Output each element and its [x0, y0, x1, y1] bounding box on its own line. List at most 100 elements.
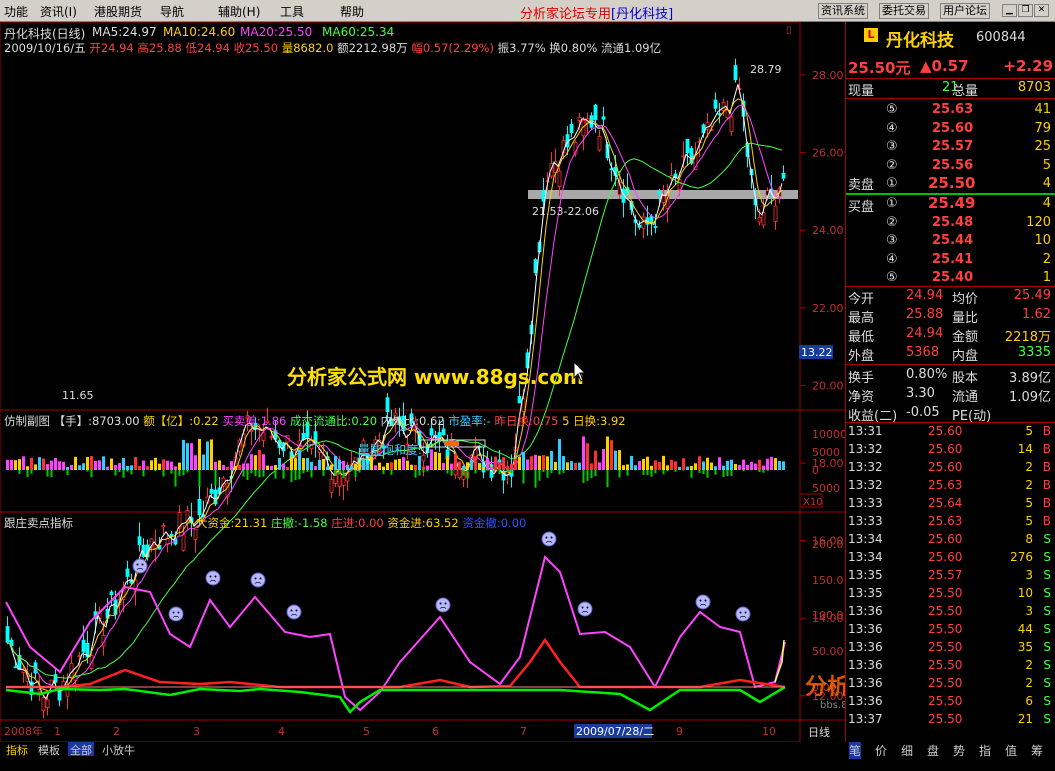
menu-assist[interactable]: 辅助(H) — [218, 3, 260, 20]
tick-price: 25.57 — [928, 568, 963, 582]
volume-bar — [294, 458, 297, 470]
tab-indicator[interactable]: 指标 — [4, 742, 30, 757]
info-system-button[interactable]: 资讯系统 — [818, 3, 868, 19]
divider — [846, 98, 1055, 99]
ma5-label: MA5:24.97 — [92, 25, 157, 39]
period-label[interactable]: 日线 — [808, 725, 830, 739]
volume-bar-neg — [130, 470, 133, 475]
tick-side: B — [1042, 478, 1051, 492]
menu-tools[interactable]: 工具 — [280, 3, 304, 20]
volume-bar — [318, 459, 321, 470]
volume-bar-neg — [546, 470, 549, 478]
trade-button[interactable]: 委托交易 — [879, 3, 929, 19]
volume-bar-neg — [626, 470, 629, 476]
stat-value: 24.94 — [906, 326, 944, 341]
info-amount: 额2212.98万 — [337, 41, 408, 55]
tick-time: 13:36 — [848, 694, 883, 708]
chart-canvas[interactable]: 13.22 28.79 11.65 21.53-22.06 分析家公式网 www… — [0, 22, 845, 742]
minimize-icon[interactable]: ▁ — [1002, 4, 1017, 17]
tick-time: 13:35 — [848, 568, 883, 582]
volume-bar — [530, 456, 533, 470]
menu-info[interactable]: 资讯(I) — [40, 3, 77, 20]
face-icon — [435, 597, 451, 613]
bid-ask-divider — [846, 193, 1055, 195]
volume-bar-neg — [262, 470, 265, 477]
volume-bar-neg — [354, 470, 357, 477]
bottom-bar: 指标 模板 全部 小放牛 — [0, 742, 845, 771]
menu-navigate[interactable]: 导航 — [160, 3, 184, 20]
right-tab[interactable]: 筹 — [1031, 742, 1043, 759]
restore-icon[interactable]: ❐ — [1018, 4, 1033, 17]
ma10-label: MA10:24.60 — [163, 25, 236, 39]
volume-bar — [218, 460, 221, 470]
right-tab[interactable]: 指 — [979, 742, 991, 759]
chart-area[interactable]: 13.22 28.79 11.65 21.53-22.06 分析家公式网 www… — [0, 22, 845, 742]
volume-bar — [434, 451, 437, 470]
right-tab[interactable]: 盘 — [927, 742, 939, 759]
volume-bar — [486, 458, 489, 470]
candle-body — [161, 525, 166, 528]
tick-side: S — [1043, 658, 1051, 672]
volume-bar — [242, 463, 245, 470]
tab-xiaofangniu[interactable]: 小放牛 — [100, 742, 137, 757]
face-eye — [295, 609, 298, 612]
tick-price: 25.64 — [928, 496, 963, 510]
tick-side: S — [1043, 586, 1051, 600]
faces-group — [132, 531, 751, 622]
tick-price: 25.50 — [928, 640, 963, 654]
volume-bar — [34, 464, 37, 470]
volume-bar — [250, 454, 253, 470]
forum-button[interactable]: 用户论坛 — [940, 3, 990, 19]
volume-bar — [778, 460, 781, 470]
volume-bar — [378, 462, 381, 470]
menu-hk-futures[interactable]: 港股期货 — [94, 3, 142, 20]
tick-side: S — [1043, 532, 1051, 546]
tab-all[interactable]: 全部 — [68, 742, 94, 757]
stat-value: 5368 — [906, 345, 940, 360]
tick-vol: 35 — [1017, 640, 1033, 654]
volume-bar — [286, 466, 289, 470]
volume-bar — [338, 459, 341, 470]
watermark-forum-url: bbs.88gs.com — [820, 700, 845, 711]
panel-toggle-icon[interactable]: ▯ — [786, 25, 792, 36]
tick-vol: 5 — [1025, 424, 1033, 438]
volume-bar — [74, 456, 77, 470]
candle-body — [125, 568, 130, 577]
face-eye — [177, 611, 180, 614]
close-icon[interactable]: ✕ — [1034, 4, 1049, 17]
volume-bar-neg — [214, 470, 217, 486]
tick-side: B — [1042, 424, 1051, 438]
volume-bar-neg — [594, 470, 597, 477]
volume-bar-neg — [426, 470, 429, 472]
volume-bar-neg — [186, 470, 189, 473]
x-axis: 2008年 1 2 3 4 5 6 7 9 10 — [4, 724, 776, 738]
tick-side: S — [1043, 604, 1051, 618]
sub2-header: 跟庄卖点指标 — [4, 515, 73, 531]
right-tab[interactable]: 势 — [953, 742, 965, 759]
tab-template[interactable]: 模板 — [36, 742, 62, 757]
x-axis-label: 2 — [113, 725, 120, 738]
volume-bar-neg — [422, 470, 425, 473]
tick-price: 25.50 — [928, 676, 963, 690]
indicator-red-line — [6, 637, 786, 689]
menu-function[interactable]: 功能 — [4, 3, 28, 20]
right-tab[interactable]: 值 — [1005, 742, 1017, 759]
volume-bar-neg — [282, 470, 285, 479]
volume-bar-neg — [646, 470, 649, 476]
volume-bar — [54, 457, 57, 470]
tick-time: 13:36 — [848, 640, 883, 654]
right-tab[interactable]: 笔 — [849, 742, 862, 759]
volume-bar — [558, 439, 561, 470]
right-tab[interactable]: 价 — [875, 742, 887, 759]
volume-bar — [550, 450, 553, 470]
volume-bar — [690, 465, 693, 470]
volume-bar — [310, 461, 313, 470]
volume-bar — [654, 460, 657, 470]
volume-bar — [170, 461, 173, 470]
volume-bar-neg — [306, 470, 309, 472]
tick-price: 25.63 — [928, 478, 963, 492]
right-tab[interactable]: 细 — [901, 742, 913, 759]
volume-bar — [26, 466, 29, 470]
menu-help[interactable]: 帮助 — [340, 3, 364, 20]
tick-price: 25.50 — [928, 658, 963, 672]
